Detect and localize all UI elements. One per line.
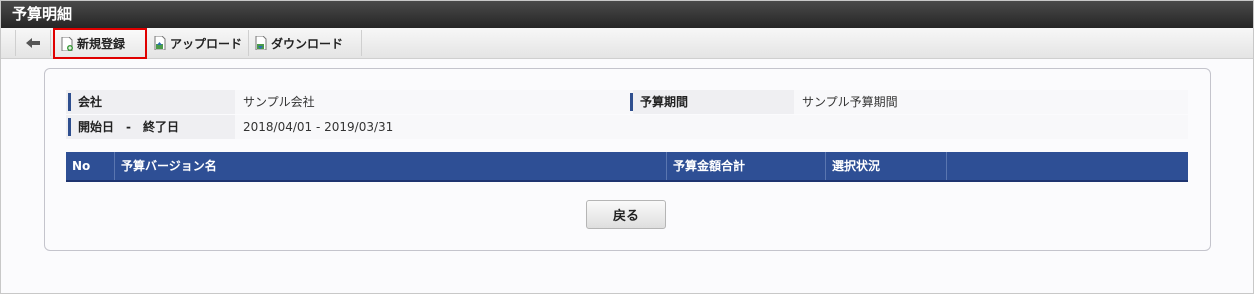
title-bar: 予算明細 [1,1,1253,28]
date-range-label: 開始日 - 終了日 [68,118,179,136]
arrow-left-icon [26,38,40,48]
download-button[interactable]: ダウンロード [249,30,362,56]
info-row-date-range: 開始日 - 終了日 2018/04/01 - 2019/03/31 [66,115,1188,139]
back-button-label: 戻る [612,209,639,224]
budget-period-value: サンプル予算期間 [794,90,1188,114]
info-row-company: 会社 サンプル会社 予算期間 サンプル予算期間 [66,90,1188,114]
download-document-icon [255,36,267,50]
column-header-selection-status[interactable]: 選択状況 [826,152,947,180]
column-header-amount-total[interactable]: 予算金額合計 [667,152,826,180]
budget-period-label: 予算期間 [630,93,688,111]
budget-version-table-header: No 予算バージョン名 予算金額合計 選択状況 [66,152,1188,182]
date-range-value: 2018/04/01 - 2019/03/31 [235,115,1188,139]
column-header-blank [947,152,1188,180]
upload-label: アップロード [170,36,243,51]
new-register-button[interactable]: 新規登録 [53,28,147,59]
budget-detail-panel: 会社 サンプル会社 予算期間 サンプル予算期間 開始日 - 終了日 2018/0… [44,68,1211,251]
download-label: ダウンロード [271,36,344,51]
page-title: 予算明細 [12,5,73,23]
company-label: 会社 [68,93,102,111]
new-document-icon [61,36,73,51]
column-header-version-name[interactable]: 予算バージョン名 [115,152,667,180]
upload-button[interactable]: アップロード [148,30,249,56]
upload-document-icon [154,36,166,50]
window-frame: 予算明細 新規登録 アップロード ダウンロード 会社 サンプル会社 予算期間 サ… [0,0,1254,294]
back-arrow-button[interactable] [15,30,51,56]
company-value: サンプル会社 [235,90,633,114]
column-header-no[interactable]: No [66,152,115,180]
new-register-label: 新規登録 [77,37,126,51]
toolbar: 新規登録 アップロード ダウンロード [1,28,1253,59]
back-button[interactable]: 戻る [586,200,666,229]
